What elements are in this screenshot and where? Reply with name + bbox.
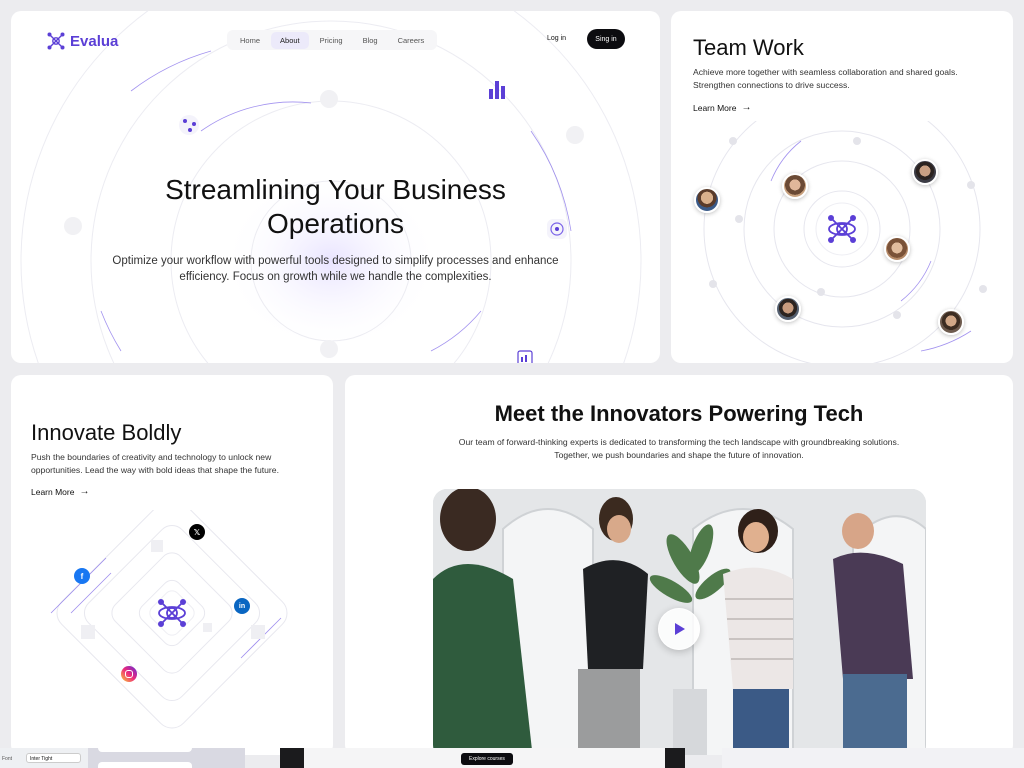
team-work-card: Team Work Achieve more together with sea…: [671, 11, 1013, 363]
innovators-card: Meet the Innovators Powering Tech Our te…: [345, 375, 1013, 755]
play-button[interactable]: [658, 608, 700, 650]
bottom-preview-middle: Explore courses: [280, 748, 685, 768]
atom-logo-icon: [47, 32, 65, 50]
chart-icon: [489, 81, 505, 99]
team-avatar-4: [884, 236, 910, 262]
team-learn-more-link[interactable]: Learn More →: [693, 102, 751, 113]
x-icon[interactable]: 𝕏: [189, 524, 205, 540]
nav-blog[interactable]: Blog: [354, 32, 387, 49]
report-icon: [517, 350, 533, 363]
innovate-learn-more-link[interactable]: Learn More →: [31, 486, 89, 497]
nav-careers[interactable]: Careers: [389, 32, 434, 49]
arrow-right-icon: →: [79, 486, 90, 497]
hero-title: Streamlining Your Business Operations: [11, 173, 660, 241]
hero-title-line2: Operations: [267, 208, 404, 239]
innovate-diamond-decoration: [50, 510, 288, 729]
hero-title-line1: Streamlining Your Business: [165, 174, 506, 205]
innovators-title: Meet the Innovators Powering Tech: [494, 401, 864, 426]
innovate-subtitle: Push the boundaries of creativity and te…: [31, 452, 279, 475]
team-avatar-5: [775, 296, 801, 322]
network-icon: [179, 115, 199, 135]
team-avatar-3: [912, 159, 938, 185]
nav-about[interactable]: About: [271, 31, 309, 49]
facebook-icon[interactable]: f: [74, 568, 90, 584]
team-avatar-6: [938, 309, 964, 335]
instagram-icon[interactable]: [121, 666, 137, 682]
brand-name: Evalua: [70, 32, 119, 50]
innovate-boldly-card: Innovate Boldly Push the boundaries of c…: [11, 375, 333, 755]
innovators-subtitle: Our team of forward-thinking experts is …: [458, 437, 900, 460]
team-avatar-2: [782, 173, 808, 199]
font-select[interactable]: Inter Tight: [26, 753, 81, 763]
team-video-thumbnail[interactable]: [433, 489, 926, 755]
main-menu: Home About Pricing Blog Careers: [227, 30, 438, 50]
arrow-right-icon: →: [741, 102, 752, 113]
team-learn-more-label: Learn More: [693, 102, 737, 113]
play-icon: [675, 623, 685, 635]
explore-courses-button[interactable]: Explore courses: [461, 753, 513, 765]
bottom-preview-left: Font Inter Tight: [0, 748, 245, 768]
team-title: Team Work: [693, 35, 804, 60]
hero-card: Evalua Home About Pricing Blog Careers L…: [11, 11, 660, 363]
nav-home[interactable]: Home: [231, 32, 269, 49]
login-link[interactable]: Log in: [547, 35, 566, 42]
innovate-title: Innovate Boldly: [31, 420, 182, 445]
nav-pricing[interactable]: Pricing: [311, 32, 352, 49]
hero-subtitle: Optimize your workflow with powerful too…: [112, 255, 559, 283]
signin-button[interactable]: Sing in: [587, 29, 625, 49]
brand-logo[interactable]: Evalua: [46, 31, 118, 51]
top-navigation: Evalua Home About Pricing Blog Careers L…: [11, 11, 660, 67]
team-subtitle: Achieve more together with seamless coll…: [693, 67, 958, 90]
innovate-learn-more-label: Learn More: [31, 486, 75, 497]
team-avatar-1: [694, 187, 720, 213]
bottom-preview-right: [722, 748, 1024, 768]
font-label: Font: [2, 756, 13, 762]
linkedin-icon[interactable]: in: [234, 598, 250, 614]
